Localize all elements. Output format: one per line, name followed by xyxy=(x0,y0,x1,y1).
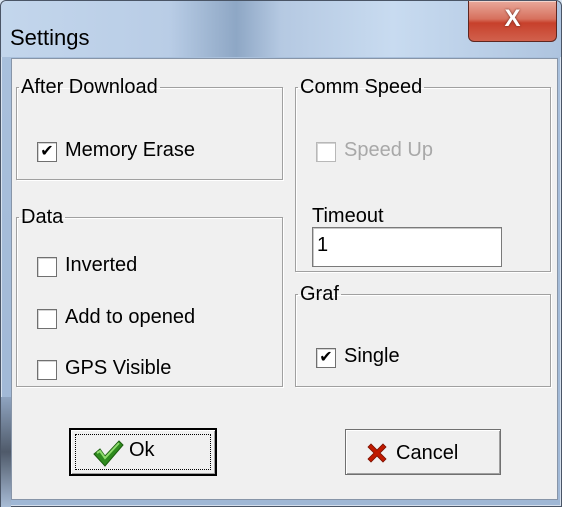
dialog-client-area: After Download ✔ Memory Erase Data Inver… xyxy=(11,58,558,500)
add-to-opened-checkbox-box[interactable] xyxy=(37,309,57,329)
settings-dialog: Settings X After Download ✔ Memory Erase… xyxy=(0,0,562,507)
comm-speed-legend: Comm Speed xyxy=(300,76,423,98)
timeout-label: Timeout xyxy=(312,205,384,227)
cancel-button-label: Cancel xyxy=(396,442,459,464)
close-icon: X xyxy=(504,5,521,32)
timeout-value: 1 xyxy=(317,234,329,256)
checkmark-icon xyxy=(93,440,124,467)
ok-button-label: Ok xyxy=(129,439,155,461)
close-button[interactable]: X xyxy=(468,1,557,42)
add-to-opened-label: Add to opened xyxy=(65,306,196,328)
cross-icon xyxy=(367,443,387,463)
comm-speed-group: Comm Speed Speed Up Timeout 1 xyxy=(295,77,551,272)
cancel-button[interactable]: Cancel xyxy=(345,429,501,475)
window-frame-edge xyxy=(1,397,11,507)
inverted-checkbox-box[interactable] xyxy=(37,257,57,277)
memory-erase-checkbox-box[interactable]: ✔ xyxy=(37,142,57,162)
data-group: Data Inverted Add to opened GPS Visible xyxy=(16,207,283,387)
speed-up-checkbox-box[interactable] xyxy=(316,142,336,162)
graf-legend: Graf xyxy=(300,283,339,305)
window-title: Settings xyxy=(10,25,90,50)
data-legend: Data xyxy=(21,206,64,228)
timeout-input[interactable]: 1 xyxy=(312,227,502,267)
single-checkbox-box[interactable]: ✔ xyxy=(316,348,336,368)
after-download-group: After Download ✔ Memory Erase xyxy=(16,77,283,180)
title-bar[interactable]: Settings X xyxy=(1,1,561,57)
single-label: Single xyxy=(344,345,400,367)
speed-up-label: Speed Up xyxy=(344,139,433,161)
memory-erase-label: Memory Erase xyxy=(65,139,196,161)
gps-visible-checkbox-box[interactable] xyxy=(37,360,57,380)
after-download-legend: After Download xyxy=(21,76,158,98)
gps-visible-label: GPS Visible xyxy=(65,357,172,379)
graf-group: Graf ✔ Single xyxy=(295,284,551,387)
ok-button[interactable]: Ok xyxy=(69,428,217,476)
inverted-label: Inverted xyxy=(65,254,138,276)
